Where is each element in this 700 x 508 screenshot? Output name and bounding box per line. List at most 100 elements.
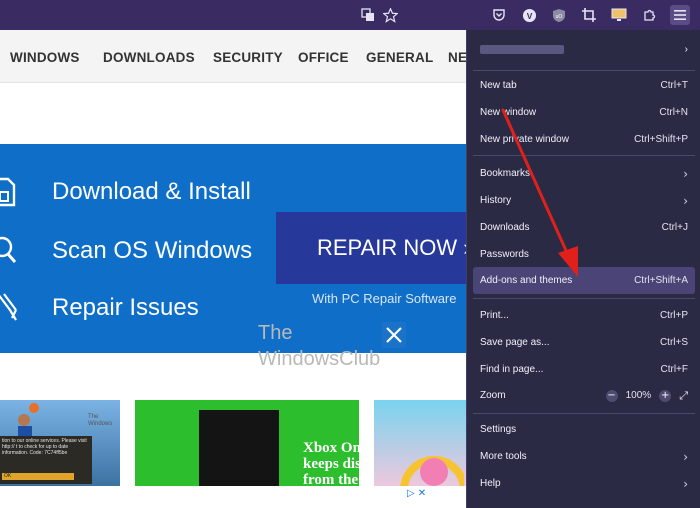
watermark-windowsclub: WindowsClub: [258, 348, 381, 370]
windowsclub-logo-icon: [382, 322, 406, 348]
ad-close-icon[interactable]: ✕: [418, 488, 426, 499]
menu-item-new-private-window[interactable]: New private window Ctrl+Shift+P: [473, 126, 695, 153]
nav-windows[interactable]: WINDOWS: [10, 50, 80, 65]
pocket-icon[interactable]: [489, 5, 509, 25]
menu-separator: [473, 70, 695, 71]
nav-security[interactable]: SECURITY: [213, 50, 283, 65]
adchoices-badge[interactable]: ▷ ✕: [407, 488, 426, 499]
menu-item-label: Settings: [480, 424, 517, 435]
menu-item-settings[interactable]: Settings: [473, 416, 695, 443]
error-dialog-image: tion to our online services. Please visi…: [0, 436, 92, 484]
xbox-headline: Xbox One keeps disconne from the inte: [303, 440, 359, 488]
wrench-icon: [0, 293, 17, 321]
fall-guys-image: [400, 456, 464, 490]
svg-text:uO: uO: [556, 14, 563, 20]
banner-caption: With PC Repair Software: [312, 291, 457, 306]
banner-row-repair: Repair Issues: [0, 292, 199, 324]
xbox-headline-line2: keeps disconne: [303, 456, 359, 472]
menu-item-shortcut: Ctrl+N: [659, 107, 688, 118]
menu-item-shortcut: Ctrl+Shift+P: [634, 134, 688, 145]
menu-item-label: Bookmarks: [480, 168, 531, 179]
menu-separator: [473, 298, 695, 299]
menu-item-zoom: Zoom − 100% + ⤢: [473, 382, 695, 409]
chevron-right-icon: ›: [683, 476, 688, 491]
crop-icon[interactable]: [579, 5, 599, 25]
menu-item-shortcut: Ctrl+S: [659, 337, 688, 348]
menu-item-label: History: [480, 195, 512, 206]
menu-item-label: New tab: [480, 80, 517, 91]
dialog-ok-label: OK: [2, 473, 74, 480]
menu-item-label: Downloads: [480, 222, 530, 233]
article-thumbnail-fallguys[interactable]: [374, 400, 470, 490]
nav-office[interactable]: OFFICE: [298, 50, 349, 65]
chevron-right-icon: ›: [683, 166, 688, 181]
fullscreen-icon[interactable]: ⤢: [679, 389, 688, 403]
menu-item-new-tab[interactable]: New tab Ctrl+T: [473, 72, 695, 99]
browser-toolbar: V uO: [0, 0, 700, 30]
menu-item-shortcut: Ctrl+P: [659, 310, 688, 321]
menu-item-label: New private window: [480, 134, 569, 145]
nav-news-partial[interactable]: NE: [448, 50, 467, 65]
svg-text:V: V: [526, 10, 532, 20]
menu-item-addons-themes[interactable]: Add-ons and themes Ctrl+Shift+A: [473, 267, 695, 294]
browser-app-menu: › New tab Ctrl+T New window Ctrl+N New p…: [466, 30, 700, 508]
menu-item-downloads[interactable]: Downloads Ctrl+J: [473, 214, 695, 241]
zoom-out-button[interactable]: −: [605, 389, 618, 402]
account-chevron-icon: ›: [684, 43, 688, 55]
menu-item-more-tools[interactable]: More tools ›: [473, 443, 695, 470]
menu-item-find-in-page[interactable]: Find in page... Ctrl+F: [473, 356, 695, 383]
menu-item-label: More tools: [480, 451, 527, 462]
zoom-controls: − 100% + ⤢: [605, 389, 688, 403]
floppy-disk-icon: [0, 177, 16, 207]
menu-separator: [473, 413, 695, 414]
menu-separator: [473, 155, 695, 156]
menu-item-help[interactable]: Help ›: [473, 470, 695, 497]
watermark-the: The: [258, 322, 293, 344]
menu-item-label: Passwords: [480, 249, 529, 260]
shield-extension-icon[interactable]: uO: [549, 5, 569, 25]
menu-item-label: Save page as...: [480, 337, 550, 348]
menu-item-new-window[interactable]: New window Ctrl+N: [473, 99, 695, 126]
banner-row-scan: Scan OS Windows: [0, 235, 252, 267]
account-name-redacted: [480, 44, 564, 54]
hamburger-menu-icon[interactable]: [670, 5, 690, 25]
menu-item-passwords[interactable]: Passwords: [473, 241, 695, 268]
menu-item-print[interactable]: Print... Ctrl+P: [473, 302, 695, 329]
adchoices-icon: ▷: [407, 488, 415, 499]
thumb-watermark: The Windows: [88, 414, 113, 427]
menu-item-shortcut: Ctrl+T: [660, 80, 689, 91]
chevron-right-icon: ›: [683, 193, 688, 208]
ad-strip: [0, 486, 470, 508]
banner-scan-text: Scan OS Windows: [52, 237, 253, 264]
menu-item-label: Find in page...: [480, 364, 544, 375]
menu-item-shortcut: Ctrl+F: [660, 364, 689, 375]
repair-now-button[interactable]: REPAIR NOW ›: [276, 212, 470, 284]
chevron-right-icon: ›: [683, 449, 688, 464]
monitor-extension-icon[interactable]: [609, 5, 629, 25]
menu-item-label: Add-ons and themes: [480, 275, 573, 286]
puzzle-extensions-icon[interactable]: [640, 5, 660, 25]
magnifier-icon: [0, 236, 17, 263]
menu-item-save-page[interactable]: Save page as... Ctrl+S: [473, 329, 695, 356]
menu-item-shortcut: Ctrl+J: [661, 222, 688, 233]
account-row[interactable]: ›: [473, 36, 695, 62]
menu-item-label: Zoom: [480, 390, 506, 401]
xbox-headline-line1: Xbox One: [303, 440, 359, 456]
menu-item-history[interactable]: History ›: [473, 187, 695, 214]
error-dialog-text: tion to our online services. Please visi…: [2, 438, 87, 456]
menu-item-label: Help: [480, 478, 501, 489]
menu-item-label: New window: [480, 107, 537, 118]
vivaldi-icon[interactable]: V: [519, 5, 539, 25]
star-icon[interactable]: [380, 5, 400, 25]
menu-item-shortcut: Ctrl+Shift+A: [634, 275, 688, 286]
nav-general[interactable]: GENERAL: [366, 50, 433, 65]
article-thumbnail-game[interactable]: The Windows tion to our online services.…: [0, 400, 120, 490]
banner-repair-text: Repair Issues: [52, 294, 199, 321]
zoom-level[interactable]: 100%: [626, 390, 652, 401]
article-thumbnail-xbox[interactable]: Xbox One keeps disconne from the inte: [135, 400, 359, 490]
nav-downloads[interactable]: DOWNLOADS: [103, 50, 195, 65]
windowsclub-watermark: The WindowsClub: [258, 322, 408, 372]
menu-item-bookmarks[interactable]: Bookmarks ›: [473, 160, 695, 187]
translate-icon[interactable]: [358, 5, 378, 25]
zoom-in-button[interactable]: +: [659, 389, 672, 402]
